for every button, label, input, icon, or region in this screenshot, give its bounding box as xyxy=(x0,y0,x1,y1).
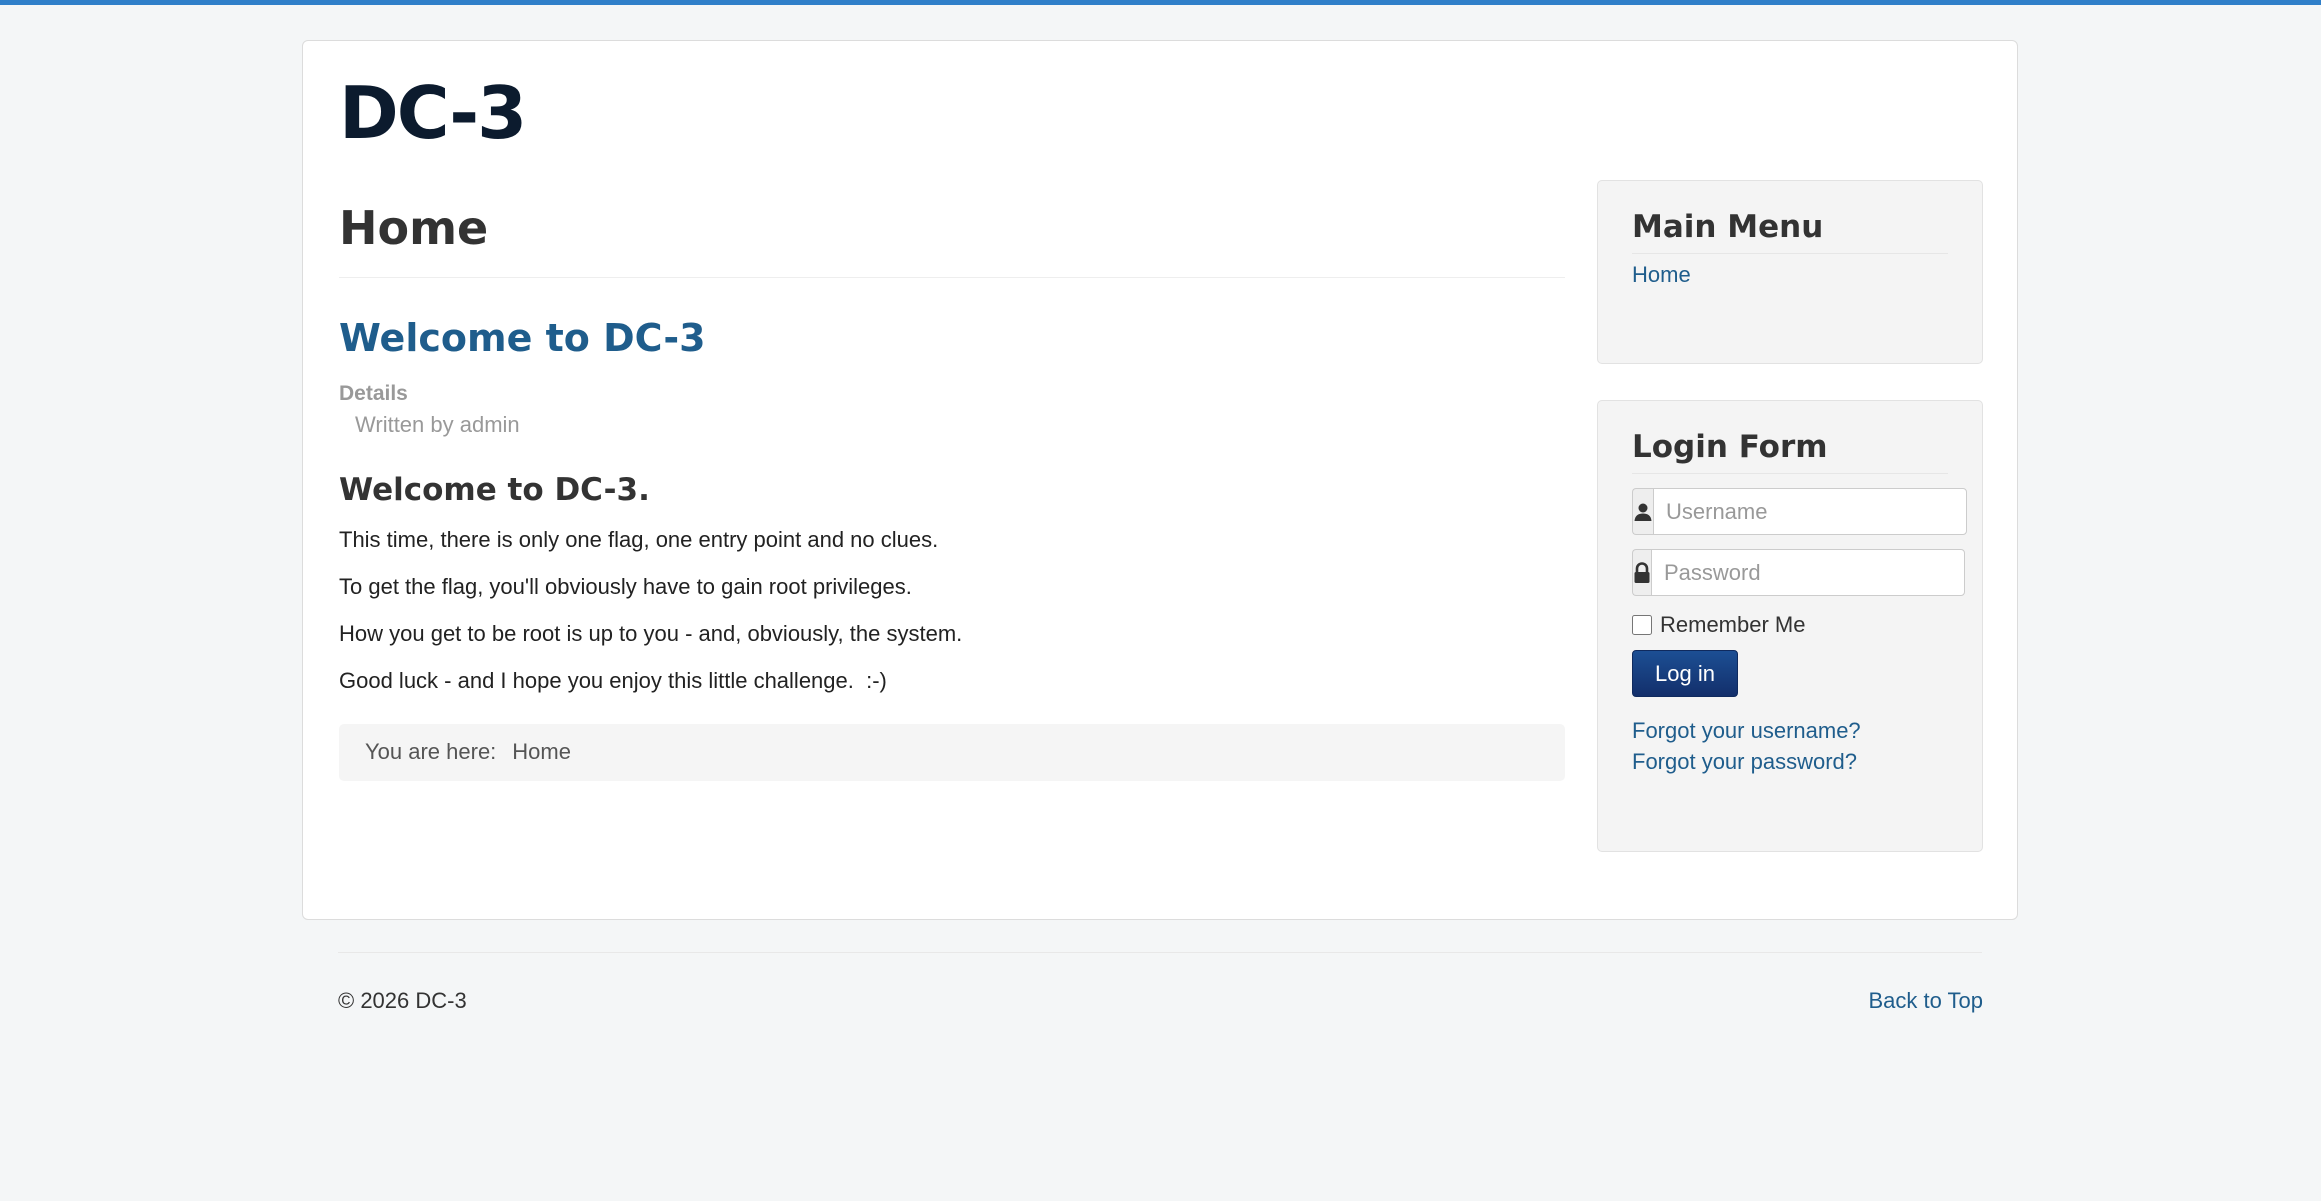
username-input[interactable] xyxy=(1653,488,1967,535)
breadcrumb-prefix: You are here: xyxy=(365,739,497,764)
password-row xyxy=(1632,549,1965,596)
password-input[interactable] xyxy=(1651,549,1965,596)
article-paragraph: How you get to be root is up to you - an… xyxy=(339,621,963,646)
main-menu-module: Main Menu Home xyxy=(1597,180,1983,364)
login-form-module: Login Form Remember Me Log in xyxy=(1597,400,1983,852)
remember-me-checkbox[interactable] xyxy=(1632,615,1652,635)
forgot-password-link[interactable]: Forgot your password? xyxy=(1632,746,1948,777)
footer-copyright: © 2026 DC-3 xyxy=(338,988,467,1013)
lock-icon xyxy=(1632,549,1651,596)
article-paragraph: Good luck - and I hope you enjoy this li… xyxy=(339,668,887,693)
forgot-links: Forgot your username? Forgot your passwo… xyxy=(1632,715,1948,777)
remember-me-label: Remember Me xyxy=(1660,612,1806,637)
page-heading: Home xyxy=(339,201,1565,278)
breadcrumb: You are here: Home xyxy=(339,724,1565,781)
menu-item-home[interactable]: Home xyxy=(1632,262,1948,288)
login-form-title: Login Form xyxy=(1632,429,1948,474)
main-content: Home Welcome to DC-3 Details Written by … xyxy=(339,201,1565,781)
login-button[interactable]: Log in xyxy=(1632,650,1738,697)
user-icon xyxy=(1632,488,1653,535)
page-container: DC-3 Home Welcome to DC-3 Details Writte… xyxy=(302,40,2018,920)
details-label: Details xyxy=(339,382,408,405)
article-author: Written by admin xyxy=(355,412,520,437)
forgot-username-link[interactable]: Forgot your username? xyxy=(1632,715,1948,746)
article-heading: Welcome to DC-3. xyxy=(339,472,650,508)
footer-divider xyxy=(338,952,1982,953)
article-paragraph: To get the flag, you'll obviously have t… xyxy=(339,574,912,599)
remember-me[interactable]: Remember Me xyxy=(1632,612,1948,638)
article-title-link[interactable]: Welcome to DC-3 xyxy=(339,316,1565,360)
breadcrumb-current: Home xyxy=(512,739,571,764)
article-paragraph: This time, there is only one flag, one e… xyxy=(339,527,939,552)
site-title[interactable]: DC-3 xyxy=(339,77,527,149)
username-row xyxy=(1632,488,1967,535)
main-menu-title: Main Menu xyxy=(1632,209,1948,254)
back-to-top-link[interactable]: Back to Top xyxy=(1868,988,1983,1014)
